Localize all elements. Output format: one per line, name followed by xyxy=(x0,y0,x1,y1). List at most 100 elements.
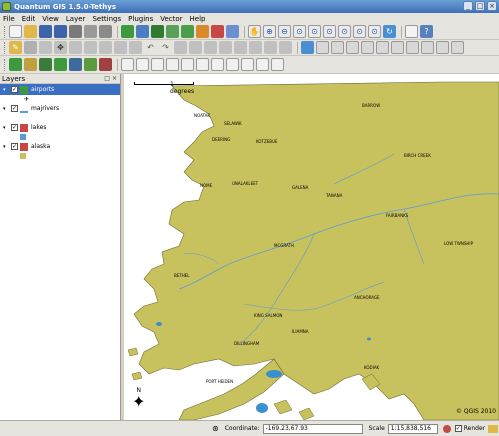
remove-layer-icon[interactable] xyxy=(226,25,239,38)
zoom-next-icon[interactable]: ⊙ xyxy=(353,25,366,38)
minimize-button[interactable]: _ xyxy=(463,1,473,11)
maximize-button[interactable]: □ xyxy=(475,1,485,11)
select-features-icon[interactable] xyxy=(316,41,329,54)
copy-features-icon[interactable] xyxy=(114,41,127,54)
plugin-16-icon[interactable] xyxy=(241,58,254,71)
composer-manager-icon[interactable] xyxy=(84,25,97,38)
paste-features-icon[interactable] xyxy=(129,41,142,54)
open-table-icon[interactable] xyxy=(346,41,359,54)
close-panel-button[interactable]: × xyxy=(112,75,117,82)
add-vector-layer-icon[interactable] xyxy=(121,25,134,38)
open-project-icon[interactable] xyxy=(24,25,37,38)
split-features-icon[interactable] xyxy=(264,41,277,54)
measure-angle-icon[interactable] xyxy=(391,41,404,54)
zoom-in-icon[interactable]: ⊕ xyxy=(263,25,276,38)
float-panel-button[interactable]: □ xyxy=(104,75,110,82)
map-canvas[interactable]: 1 degrees DEERING KOTZEBUE NOME UNALAKLE… xyxy=(124,74,499,420)
reshape-features-icon[interactable] xyxy=(249,41,262,54)
plugin-3-icon[interactable] xyxy=(39,58,52,71)
delete-ring-icon[interactable] xyxy=(219,41,232,54)
zoom-selection-icon[interactable]: ⊙ xyxy=(308,25,321,38)
simplify-feature-icon[interactable] xyxy=(174,41,187,54)
menu-file[interactable]: File xyxy=(3,15,15,23)
render-checkbox[interactable]: ✓ xyxy=(454,425,462,432)
layer-row-lakes[interactable]: ▾ ✓ lakes xyxy=(0,122,120,133)
new-project-icon[interactable] xyxy=(9,25,22,38)
menu-layer[interactable]: Layer xyxy=(66,15,86,23)
zoom-layer-icon[interactable]: ⊙ xyxy=(323,25,336,38)
plugin-2-icon[interactable] xyxy=(24,58,37,71)
projection-icon[interactable] xyxy=(488,424,499,433)
expand-icon[interactable]: ▾ xyxy=(3,144,9,150)
undo-icon[interactable]: ↶ xyxy=(144,41,157,54)
plugin-14-icon[interactable] xyxy=(211,58,224,71)
scale-field[interactable]: 1:15,838,516 xyxy=(387,423,438,434)
print-composer-icon[interactable] xyxy=(69,25,82,38)
layer-row-airports[interactable]: ▾ ✓ airports xyxy=(0,84,120,95)
plugin-6-icon[interactable] xyxy=(84,58,97,71)
layer-row-alaska[interactable]: ▾ ✓ alaska xyxy=(0,141,120,152)
layer-visibility-checkbox[interactable]: ✓ xyxy=(11,105,18,112)
expand-icon[interactable]: ▾ xyxy=(3,125,9,131)
pan-icon[interactable]: ✋ xyxy=(248,25,261,38)
cut-features-icon[interactable] xyxy=(99,41,112,54)
toolbar-handle[interactable] xyxy=(4,41,7,54)
coordinate-field[interactable]: -169.23,67.93 xyxy=(262,423,363,434)
stop-render-icon[interactable] xyxy=(442,424,451,433)
menu-vector[interactable]: Vector xyxy=(160,15,182,23)
add-ring-icon[interactable] xyxy=(189,41,202,54)
node-tool-icon[interactable] xyxy=(69,41,82,54)
plugin-4-icon[interactable] xyxy=(54,58,67,71)
layer-visibility-checkbox[interactable]: ✓ xyxy=(11,124,18,131)
show-bookmarks-icon[interactable] xyxy=(436,41,449,54)
capture-point-icon[interactable] xyxy=(39,41,52,54)
expand-icon[interactable]: ▾ xyxy=(3,106,9,112)
plugin-7-icon[interactable] xyxy=(99,58,112,71)
menu-plugins[interactable]: Plugins xyxy=(128,15,153,23)
measure-line-icon[interactable] xyxy=(361,41,374,54)
zoom-full-icon[interactable]: ⊙ xyxy=(293,25,306,38)
save-as-icon[interactable] xyxy=(54,25,67,38)
plugin-15-icon[interactable] xyxy=(226,58,239,71)
merge-features-icon[interactable] xyxy=(279,41,292,54)
plugin-17-icon[interactable] xyxy=(256,58,269,71)
layer-visibility-checkbox[interactable]: ✓ xyxy=(11,86,18,93)
close-button[interactable]: × xyxy=(487,1,497,11)
redo-icon[interactable]: ↷ xyxy=(159,41,172,54)
map-tips-icon[interactable] xyxy=(406,41,419,54)
layer-visibility-checkbox[interactable]: ✓ xyxy=(11,143,18,150)
new-vector-layer-icon[interactable] xyxy=(211,25,224,38)
delete-part-icon[interactable] xyxy=(234,41,247,54)
zoom-actual-size-icon[interactable]: ⊙ xyxy=(368,25,381,38)
save-edits-icon[interactable] xyxy=(24,41,37,54)
refresh-icon[interactable]: ↻ xyxy=(383,25,396,38)
add-island-icon[interactable] xyxy=(204,41,217,54)
menu-edit[interactable]: Edit xyxy=(22,15,36,23)
layer-row-majrivers[interactable]: ▾ ✓ majrivers xyxy=(0,103,120,114)
menu-settings[interactable]: Settings xyxy=(92,15,121,23)
plugin-10-icon[interactable] xyxy=(151,58,164,71)
plugin-8-icon[interactable] xyxy=(121,58,134,71)
plugin-18-icon[interactable] xyxy=(271,58,284,71)
new-bookmark-icon[interactable] xyxy=(405,25,418,38)
menu-help[interactable]: Help xyxy=(190,15,206,23)
toggle-editing-icon[interactable]: ✎ xyxy=(9,41,22,54)
plugin-1-icon[interactable] xyxy=(9,58,22,71)
expand-icon[interactable]: ▾ xyxy=(3,87,9,93)
plugin-13-icon[interactable] xyxy=(196,58,209,71)
deselect-features-icon[interactable] xyxy=(331,41,344,54)
plugin-9-icon[interactable] xyxy=(136,58,149,71)
move-feature-icon[interactable]: ✥ xyxy=(54,41,67,54)
plugin-11-icon[interactable] xyxy=(166,58,179,71)
delete-selected-icon[interactable] xyxy=(84,41,97,54)
toolbar-handle[interactable] xyxy=(4,58,7,71)
menu-view[interactable]: View xyxy=(42,15,59,23)
new-bookmark-2-icon[interactable] xyxy=(421,41,434,54)
print-icon[interactable] xyxy=(99,25,112,38)
add-wfs-layer-icon[interactable] xyxy=(196,25,209,38)
zoom-out-icon[interactable]: ⊖ xyxy=(278,25,291,38)
plugin-5-icon[interactable] xyxy=(69,58,82,71)
text-annotation-icon[interactable] xyxy=(451,41,464,54)
add-spatialite-layer-icon[interactable] xyxy=(166,25,179,38)
identify-icon[interactable] xyxy=(301,41,314,54)
